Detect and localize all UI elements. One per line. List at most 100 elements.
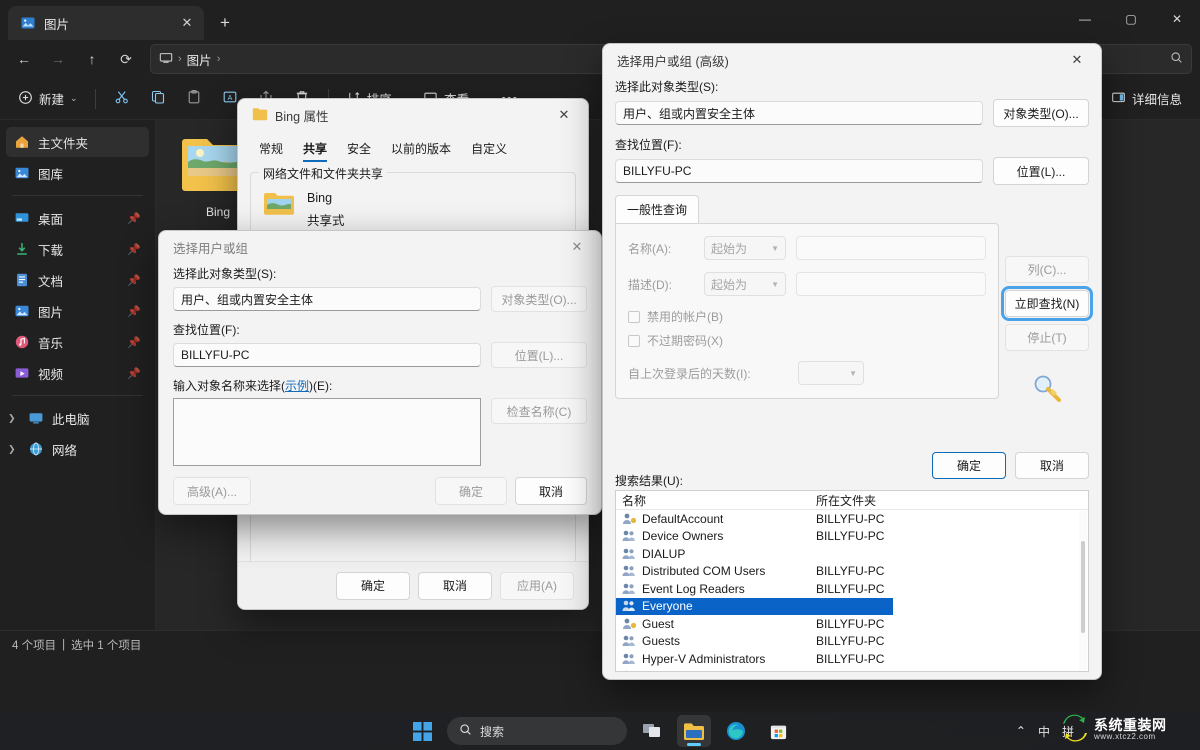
adv-location-button[interactable]: 位置(L)...	[993, 157, 1089, 185]
advanced-cancel-button[interactable]: 取消	[1015, 452, 1089, 479]
back-icon[interactable]: ←	[8, 44, 40, 74]
close-icon[interactable]: ✕	[544, 100, 584, 130]
tab-common-queries[interactable]: 一般性查询	[615, 195, 699, 223]
result-row-3[interactable]: Distributed COM Users BILLYFU-PC	[616, 563, 1088, 581]
file-explorer-icon[interactable]	[677, 715, 711, 747]
details-pane-button[interactable]: 详细信息	[1103, 84, 1190, 114]
results-scrollbar[interactable]	[1079, 511, 1087, 670]
description-query-input[interactable]	[796, 272, 986, 296]
columns-button[interactable]: 列(C)...	[1005, 256, 1089, 283]
description-operator-select[interactable]: 起始为 ▼	[704, 272, 786, 296]
file-list-scrollbar[interactable]	[1188, 122, 1197, 628]
new-tab-button[interactable]: +	[210, 8, 240, 38]
pin-icon[interactable]: 📌	[127, 274, 141, 287]
properties-apply-button[interactable]: 应用(A)	[500, 572, 574, 600]
adv-object-type-button[interactable]: 对象类型(O)...	[993, 99, 1089, 127]
check-names-button[interactable]: 检查名称(C)	[491, 398, 587, 424]
advanced-dialog-title: 选择用户或组 (高级)	[617, 51, 1050, 70]
tray-chevron-icon[interactable]: ⌃	[1016, 724, 1026, 738]
maximize-icon[interactable]: ▢	[1108, 0, 1154, 38]
tab-customize[interactable]: 自定义	[462, 135, 516, 164]
non-expiring-password-checkbox[interactable]	[628, 335, 640, 347]
sidebar-item-gallery[interactable]: 图库	[6, 158, 149, 188]
close-window-icon[interactable]: ✕	[1154, 0, 1200, 38]
edge-icon[interactable]	[719, 715, 753, 747]
sidebar-item-videos[interactable]: 视频 📌	[6, 358, 149, 388]
tab-previous-versions[interactable]: 以前的版本	[382, 135, 460, 164]
name-operator-value: 起始为	[711, 240, 771, 257]
days-since-logon-select[interactable]: ▼	[798, 361, 864, 385]
pin-icon[interactable]: 📌	[127, 305, 141, 318]
cut-button[interactable]	[105, 84, 139, 114]
result-row-4[interactable]: Event Log Readers BILLYFU-PC	[616, 580, 1088, 598]
task-view-icon[interactable]	[635, 715, 669, 747]
select-object-type-button[interactable]: 对象类型(O)...	[491, 286, 587, 312]
copy-button[interactable]	[141, 84, 175, 114]
breadcrumb-current[interactable]: 图片	[187, 50, 212, 69]
pin-icon[interactable]: 📌	[127, 212, 141, 225]
select-cancel-button[interactable]: 取消	[515, 477, 587, 505]
tab-sharing[interactable]: 共享	[294, 135, 336, 164]
advanced-ok-button[interactable]: 确定	[932, 452, 1006, 479]
find-now-button[interactable]: 立即查找(N)	[1005, 290, 1089, 317]
days-since-logon-row: 自上次登录后的天数(I): ▼	[628, 361, 986, 385]
properties-cancel-button[interactable]: 取消	[418, 572, 492, 600]
minimize-icon[interactable]: —	[1062, 0, 1108, 38]
group-icon	[622, 547, 637, 561]
result-row-2[interactable]: DIALUP	[616, 545, 1088, 563]
pin-icon[interactable]: 📌	[127, 367, 141, 380]
result-row-1[interactable]: Device Owners BILLYFU-PC	[616, 528, 1088, 546]
results-scrollbar-thumb[interactable]	[1081, 541, 1085, 633]
sidebar-item-network[interactable]: ❯ 网络	[6, 434, 149, 464]
paste-button[interactable]	[177, 84, 211, 114]
chevron-right-icon[interactable]: ❯	[8, 444, 20, 455]
tab-security[interactable]: 安全	[338, 135, 380, 164]
result-row-6[interactable]: Guest BILLYFU-PC	[616, 615, 1088, 633]
examples-link[interactable]: 示例	[285, 379, 309, 393]
advanced-button[interactable]: 高级(A)...	[173, 477, 251, 505]
properties-ok-button[interactable]: 确定	[336, 572, 410, 600]
search-results-list[interactable]: 名称 所在文件夹 DefaultAccount BILLYFU-PC Devic…	[615, 490, 1089, 672]
disabled-accounts-checkbox[interactable]	[628, 311, 640, 323]
stop-button[interactable]: 停止(T)	[1005, 324, 1089, 351]
result-row-5-selected[interactable]: Everyone	[616, 598, 893, 616]
sidebar-item-desktop[interactable]: 桌面 📌	[6, 203, 149, 233]
results-column-folder[interactable]: 所在文件夹	[816, 492, 966, 509]
sidebar-item-downloads[interactable]: 下载 📌	[6, 234, 149, 264]
select-location-button[interactable]: 位置(L)...	[491, 342, 587, 368]
result-row-9[interactable]: IIS_IUSRS BILLYFU-PC	[616, 668, 1088, 673]
pin-icon[interactable]: 📌	[127, 243, 141, 256]
pin-icon[interactable]: 📌	[127, 336, 141, 349]
sidebar-item-home[interactable]: 主文件夹	[6, 127, 149, 157]
sidebar-item-music[interactable]: 音乐 📌	[6, 327, 149, 357]
forward-icon[interactable]: →	[42, 44, 74, 74]
microsoft-store-icon[interactable]	[761, 715, 795, 747]
sidebar-item-pictures[interactable]: 图片 📌	[6, 296, 149, 326]
search-icon[interactable]	[1170, 51, 1183, 67]
ime-mode-indicator[interactable]: 中	[1038, 723, 1050, 740]
disabled-accounts-row[interactable]: 禁用的帐户(B)	[628, 308, 986, 325]
result-row-0[interactable]: DefaultAccount BILLYFU-PC	[616, 510, 1088, 528]
chevron-right-icon[interactable]: ❯	[8, 413, 20, 424]
explorer-tab-pictures[interactable]: 图片 ✕	[8, 6, 204, 40]
up-icon[interactable]: ↑	[76, 44, 108, 74]
name-operator-select[interactable]: 起始为 ▼	[704, 236, 786, 260]
new-button[interactable]: 新建 ⌄	[10, 84, 86, 114]
non-expiring-password-row[interactable]: 不过期密码(X)	[628, 332, 986, 349]
name-query-input[interactable]	[796, 236, 986, 260]
sidebar-item-documents[interactable]: 文档 📌	[6, 265, 149, 295]
tab-general[interactable]: 常规	[250, 135, 292, 164]
close-icon[interactable]: ✕	[176, 12, 198, 34]
start-icon[interactable]	[405, 715, 439, 747]
refresh-icon[interactable]: ⟳	[110, 44, 142, 74]
close-icon[interactable]: ✕	[557, 232, 597, 262]
result-row-8[interactable]: Hyper-V Administrators BILLYFU-PC	[616, 650, 1088, 668]
close-icon[interactable]: ✕	[1057, 45, 1097, 75]
object-names-input[interactable]	[173, 398, 481, 466]
select-ok-button[interactable]: 确定	[435, 477, 507, 505]
sidebar-item-this-pc[interactable]: ❯ 此电脑	[6, 403, 149, 433]
results-column-name[interactable]: 名称	[616, 492, 816, 509]
taskbar-search-box[interactable]: 搜索	[447, 717, 627, 745]
result-row-7[interactable]: Guests BILLYFU-PC	[616, 633, 1088, 651]
breadcrumb-sep-2[interactable]: ›	[217, 53, 221, 65]
